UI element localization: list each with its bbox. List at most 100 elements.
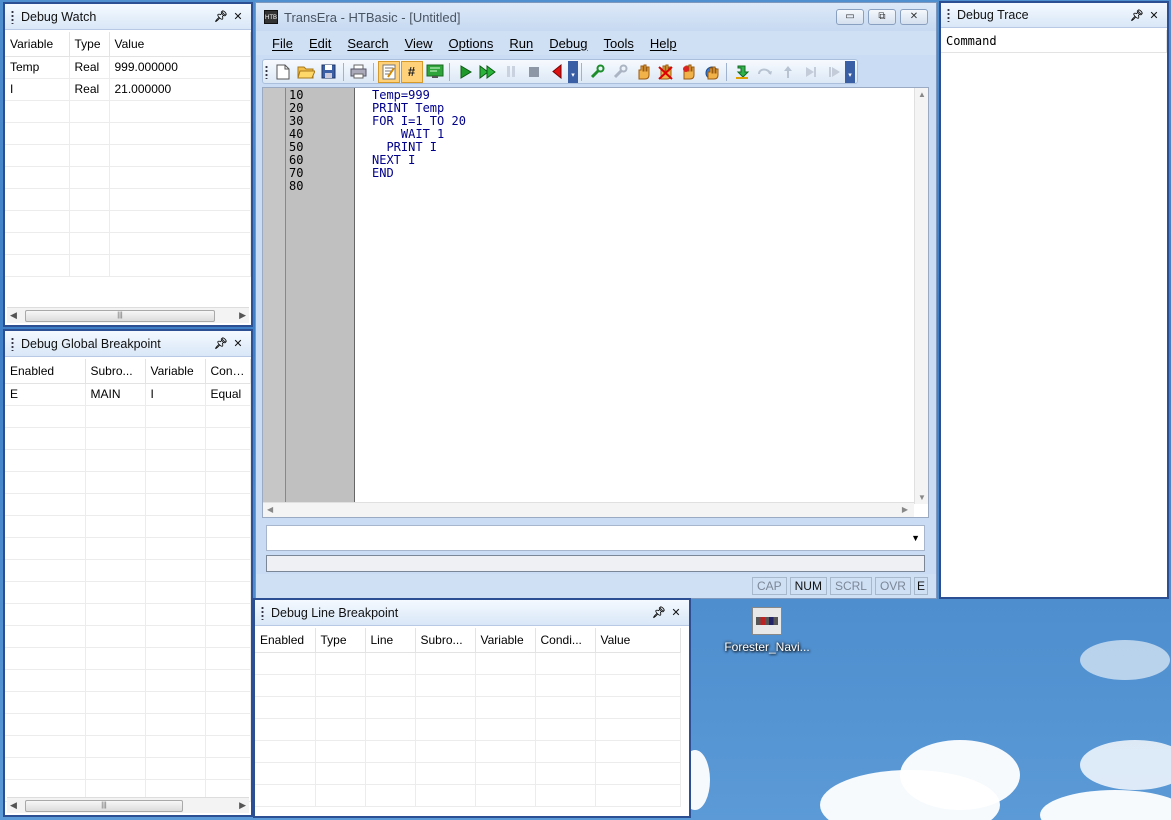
drag-grip-icon[interactable] xyxy=(11,9,14,24)
step-into-icon[interactable] xyxy=(731,61,753,83)
column-header-value[interactable]: Value xyxy=(595,628,681,653)
new-file-icon[interactable] xyxy=(272,61,294,83)
horizontal-scrollbar[interactable]: ◀ ▶ xyxy=(263,502,914,517)
breakpoint-gutter[interactable] xyxy=(263,88,285,504)
vertical-scrollbar[interactable]: ▲ ▼ xyxy=(914,88,928,504)
code-line[interactable] xyxy=(372,180,466,193)
toolbar-overflow-icon[interactable]: ▾ xyxy=(568,60,578,83)
window-title-bar[interactable]: HTB TransEra - HTBasic - [Untitled] ▭ ⧉ … xyxy=(256,3,936,31)
toolbar-overflow-icon[interactable]: ▾ xyxy=(845,60,855,83)
column-header-value[interactable]: Value xyxy=(109,32,251,57)
code-text[interactable]: Temp=999 PRINT Temp FOR I=1 TO 20 WAIT 1… xyxy=(372,89,466,193)
pin-icon[interactable]: 📌︎ xyxy=(652,606,666,619)
panel-title: Debug Watch xyxy=(21,9,97,24)
column-header-type[interactable]: Type xyxy=(315,628,366,653)
scroll-thumb[interactable]: ||| xyxy=(25,310,215,322)
panel-title-bar[interactable]: Debug Trace 📌︎ ✕ xyxy=(941,3,1167,28)
line-numbers-icon[interactable]: # xyxy=(400,60,423,83)
pin-icon[interactable]: 📌︎ xyxy=(1130,9,1144,22)
print-icon[interactable] xyxy=(348,61,370,83)
menu-view[interactable]: View xyxy=(397,36,441,51)
table-row[interactable]: I Real 21.000000 xyxy=(5,78,251,101)
menu-edit[interactable]: Edit xyxy=(301,36,339,51)
close-icon[interactable]: ✕ xyxy=(669,606,683,619)
step-out-icon[interactable] xyxy=(777,61,799,83)
clear-breakpoint-icon[interactable] xyxy=(655,61,677,83)
panel-title-bar[interactable]: Debug Line Breakpoint 📌︎ ✕ xyxy=(255,600,689,626)
scroll-up-icon[interactable]: ▲ xyxy=(918,90,926,99)
scroll-right-icon[interactable]: ▶ xyxy=(239,310,246,321)
main-toolbar: # ▾ ▾ xyxy=(262,59,858,84)
drag-grip-icon[interactable] xyxy=(261,605,264,620)
pin-icon[interactable]: 📌︎ xyxy=(214,10,228,23)
column-header-variable[interactable]: Variable xyxy=(5,32,70,57)
debug-wrench-icon[interactable] xyxy=(586,61,608,83)
output-window-icon[interactable] xyxy=(424,61,446,83)
code-line[interactable]: END xyxy=(372,167,466,180)
column-header-enabled[interactable]: Enabled xyxy=(5,359,86,384)
close-window-button[interactable]: ✕ xyxy=(900,9,928,25)
minimize-button[interactable]: ▭ xyxy=(836,9,864,25)
step-over-icon[interactable] xyxy=(754,61,776,83)
command-line-input[interactable]: ▼ xyxy=(266,525,925,551)
horizontal-scrollbar[interactable]: ◀ ||| ▶ xyxy=(7,797,249,813)
run-icon[interactable] xyxy=(454,61,476,83)
scroll-left-icon[interactable]: ◀ xyxy=(10,310,17,321)
debug-tools-icon[interactable] xyxy=(609,61,631,83)
desktop-cloud xyxy=(1040,790,1171,820)
menu-options[interactable]: Options xyxy=(441,36,502,51)
table-row[interactable]: E MAIN I Equal xyxy=(5,383,251,406)
restore-button[interactable]: ⧉ xyxy=(868,9,896,25)
column-header-subroutine[interactable]: Subro... xyxy=(85,359,146,384)
column-header-type[interactable]: Type xyxy=(69,32,110,57)
chevron-down-icon[interactable]: ▼ xyxy=(911,533,920,543)
column-header-variable[interactable]: Variable xyxy=(475,628,536,653)
horizontal-scrollbar[interactable]: ◀ ||| ▶ xyxy=(7,307,249,323)
close-icon[interactable]: ✕ xyxy=(1147,9,1161,22)
continue-icon[interactable] xyxy=(477,61,499,83)
desktop-file-icon[interactable]: Forester_Navi... xyxy=(718,607,816,654)
column-header-command[interactable]: Command xyxy=(941,30,1167,53)
toolbar-grip-icon[interactable] xyxy=(265,64,268,79)
table-row[interactable]: Temp Real 999.000000 xyxy=(5,56,251,79)
menu-debug[interactable]: Debug xyxy=(541,36,595,51)
pause-icon[interactable] xyxy=(500,61,522,83)
close-icon[interactable]: ✕ xyxy=(231,10,245,23)
stop-icon[interactable] xyxy=(523,61,545,83)
scroll-right-icon[interactable]: ▶ xyxy=(902,505,908,514)
scroll-thumb[interactable]: ||| xyxy=(25,800,183,812)
panel-title-bar[interactable]: Debug Watch 📌︎ ✕ xyxy=(5,4,251,30)
animate-icon[interactable] xyxy=(823,61,845,83)
menu-tools[interactable]: Tools xyxy=(596,36,642,51)
status-num: NUM xyxy=(789,577,827,595)
drag-grip-icon[interactable] xyxy=(947,8,950,22)
run-to-cursor-icon[interactable] xyxy=(800,61,822,83)
pin-icon[interactable]: 📌︎ xyxy=(214,337,228,350)
menu-search[interactable]: Search xyxy=(339,36,396,51)
column-header-variable[interactable]: Variable xyxy=(145,359,206,384)
open-folder-icon[interactable] xyxy=(295,61,317,83)
global-breakpoint-icon[interactable] xyxy=(701,61,723,83)
close-icon[interactable]: ✕ xyxy=(231,337,245,350)
code-editor[interactable]: 10 20 30 40 50 60 70 80 Temp=999 PRINT T… xyxy=(262,87,929,518)
step-back-icon[interactable] xyxy=(546,61,568,83)
save-icon[interactable] xyxy=(318,61,340,83)
scroll-down-icon[interactable]: ▼ xyxy=(918,493,926,502)
watch-breakpoint-icon[interactable] xyxy=(678,61,700,83)
column-header-subroutine[interactable]: Subro... xyxy=(415,628,476,653)
column-header-condition[interactable]: Condi... xyxy=(535,628,596,653)
edit-mode-icon[interactable] xyxy=(377,60,400,83)
htbasic-app-icon[interactable]: HTB xyxy=(264,10,278,24)
panel-title-bar[interactable]: Debug Global Breakpoint 📌︎ ✕ xyxy=(5,331,251,357)
column-header-line[interactable]: Line xyxy=(365,628,416,653)
menu-file[interactable]: File xyxy=(264,36,301,51)
scroll-left-icon[interactable]: ◀ xyxy=(10,800,17,811)
menu-run[interactable]: Run xyxy=(501,36,541,51)
scroll-right-icon[interactable]: ▶ xyxy=(239,800,246,811)
breakpoint-hand-icon[interactable] xyxy=(632,61,654,83)
drag-grip-icon[interactable] xyxy=(11,336,14,351)
scroll-left-icon[interactable]: ◀ xyxy=(267,505,273,514)
menu-help[interactable]: Help xyxy=(642,36,685,51)
column-header-condition[interactable]: Condi... xyxy=(205,359,251,384)
column-header-enabled[interactable]: Enabled xyxy=(255,628,316,653)
